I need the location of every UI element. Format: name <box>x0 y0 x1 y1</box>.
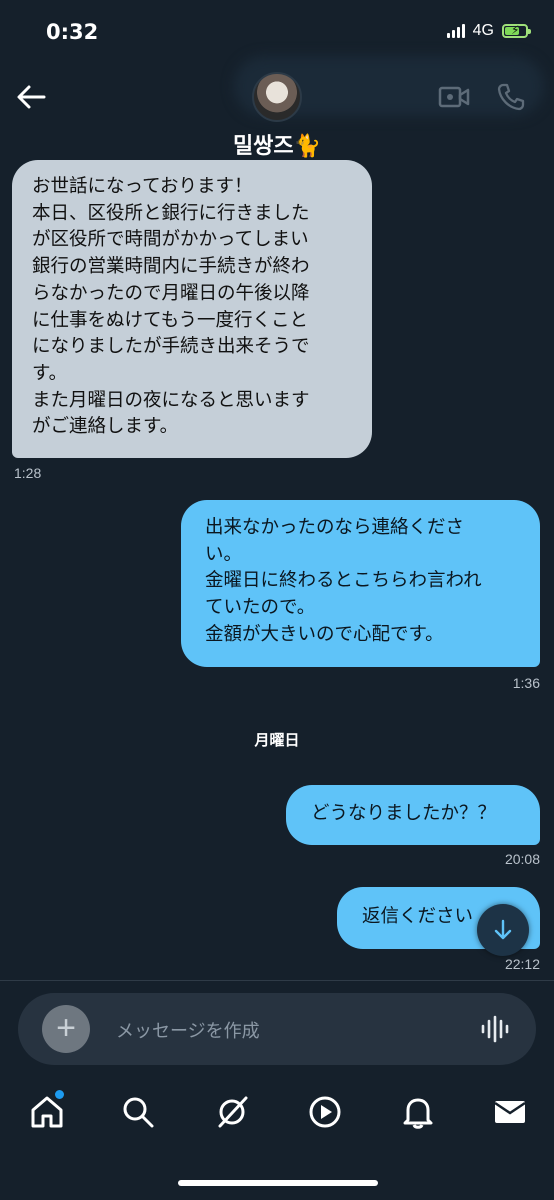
scroll-to-bottom-button[interactable] <box>477 904 529 956</box>
video-icon <box>309 1096 341 1128</box>
voice-message-icon[interactable] <box>480 1015 510 1043</box>
message-bubble-received[interactable]: お世話になっております！ 本日、区役所と銀行に行きました が区役所で時間がかかっ… <box>12 160 372 458</box>
conversation-header: 밀쌍즈🐈 <box>0 56 554 166</box>
contact-name[interactable]: 밀쌍즈🐈 <box>0 128 554 160</box>
arrow-down-icon <box>494 919 512 940</box>
battery-icon: ⚡ <box>502 23 531 38</box>
phone-call-icon[interactable] <box>496 82 526 112</box>
search-icon <box>123 1097 154 1128</box>
message-timestamp: 1:36 <box>512 675 540 691</box>
tab-video[interactable] <box>305 1092 345 1132</box>
tab-spaces[interactable] <box>212 1092 252 1132</box>
add-media-button[interactable]: + <box>42 1005 90 1053</box>
home-indicator <box>178 1180 378 1186</box>
message-bubble-sent[interactable]: 出来なかったのなら連絡くださ い。 金曜日に終わるとこちらわ言われ ていたので。… <box>181 500 540 667</box>
status-icons: 4G ⚡ <box>446 22 531 40</box>
bell-icon <box>403 1098 433 1129</box>
notification-dot <box>55 1090 64 1099</box>
day-separator: 月曜日 <box>254 731 300 749</box>
status-time: 0:32 <box>46 20 99 44</box>
message-bubble-sent[interactable]: どうなりましたか？？ <box>286 785 540 845</box>
message-composer[interactable]: + メッセージを作成 <box>18 993 536 1065</box>
signal-icon <box>446 24 465 38</box>
back-arrow-icon[interactable] <box>14 80 48 114</box>
message-timestamp: 20:08 <box>504 851 540 867</box>
tab-home[interactable] <box>27 1090 67 1132</box>
composer-divider <box>0 980 554 981</box>
video-call-icon[interactable] <box>438 84 470 110</box>
tab-messages[interactable] <box>490 1092 530 1132</box>
message-input[interactable]: メッセージを作成 <box>116 1017 260 1043</box>
tab-notifications[interactable] <box>398 1092 438 1132</box>
cat-emoji-icon <box>302 130 328 156</box>
mail-icon <box>494 1101 526 1123</box>
network-type: 4G <box>472 22 494 39</box>
tab-search[interactable] <box>118 1092 158 1132</box>
message-timestamp: 22:12 <box>504 956 540 972</box>
bottom-tab-bar <box>0 1080 554 1150</box>
contact-avatar[interactable] <box>252 72 302 122</box>
message-timestamp: 1:28 <box>14 465 42 481</box>
spaces-icon <box>218 1096 248 1128</box>
